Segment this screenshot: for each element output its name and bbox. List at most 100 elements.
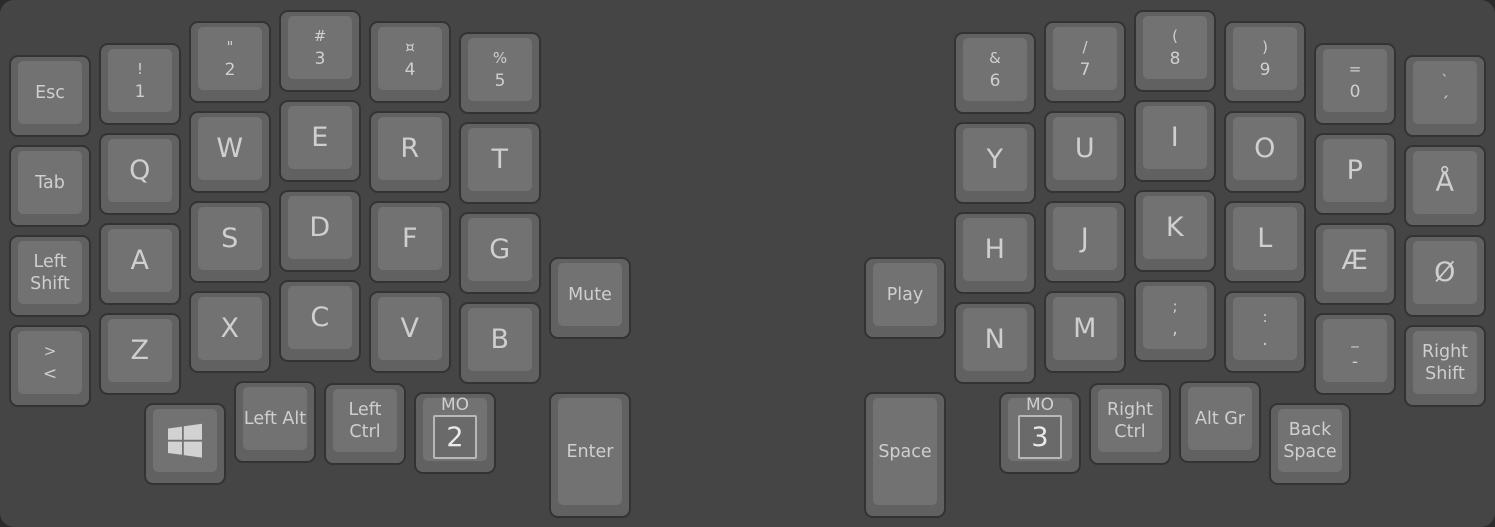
key-grave-acute[interactable]: ` ´ bbox=[1404, 55, 1486, 137]
key-shift-legend: > bbox=[43, 341, 57, 360]
keycap-legend: (8 bbox=[1143, 16, 1207, 79]
key-s[interactable]: S bbox=[189, 201, 271, 283]
key-l[interactable]: L bbox=[1224, 201, 1306, 283]
key-ae[interactable]: Æ bbox=[1314, 223, 1396, 305]
keycap-legend: Z bbox=[108, 319, 172, 382]
key-w[interactable]: W bbox=[189, 111, 271, 193]
key-base-legend: . bbox=[1262, 329, 1268, 350]
key-letter: I bbox=[1170, 122, 1180, 153]
key-angle-brackets[interactable]: > < bbox=[9, 325, 91, 407]
keycap-legend: #3 bbox=[288, 16, 352, 79]
key-k[interactable]: K bbox=[1134, 190, 1216, 272]
key-a-ring[interactable]: Å bbox=[1404, 145, 1486, 227]
key-right-shift[interactable]: Right Shift bbox=[1404, 325, 1486, 407]
key-base-legend: 0 bbox=[1349, 81, 1361, 102]
key-colon-period[interactable]: :. bbox=[1224, 291, 1306, 373]
key-underscore-minus[interactable]: _ - bbox=[1314, 313, 1396, 395]
keycap-legend: Enter bbox=[558, 398, 622, 505]
key-letter: C bbox=[310, 302, 330, 333]
key-z[interactable]: Z bbox=[99, 313, 181, 395]
keycap-legend: B bbox=[468, 308, 532, 371]
key-b[interactable]: B bbox=[459, 302, 541, 384]
key-0[interactable]: = 0 bbox=[1314, 43, 1396, 125]
keycap-legend: E bbox=[288, 106, 352, 169]
key-letter: T bbox=[491, 144, 509, 175]
key-a[interactable]: A bbox=[99, 223, 181, 305]
key-left-alt[interactable]: Left Alt bbox=[234, 381, 316, 463]
key-mo-2[interactable]: MO 2 bbox=[414, 392, 496, 474]
key-esc[interactable]: Esc bbox=[9, 55, 91, 137]
key-e[interactable]: E bbox=[279, 100, 361, 182]
keycap-legend: W bbox=[198, 117, 262, 180]
key-n[interactable]: N bbox=[954, 302, 1036, 384]
key-h[interactable]: H bbox=[954, 212, 1036, 294]
key-base-legend: 4 bbox=[404, 59, 416, 80]
keycap-legend: Å bbox=[1413, 151, 1477, 214]
keycap-legend: Space bbox=[873, 398, 937, 505]
key-letter: Æ bbox=[1341, 245, 1369, 276]
key-8[interactable]: (8 bbox=[1134, 10, 1216, 92]
key-space[interactable]: Space bbox=[864, 392, 946, 518]
key-o[interactable]: O bbox=[1224, 111, 1306, 193]
key-label: Alt Gr bbox=[1194, 408, 1245, 429]
layer-number: 3 bbox=[1018, 415, 1062, 459]
key-y[interactable]: Y bbox=[954, 122, 1036, 204]
keycap-legend: MO 3 bbox=[1008, 396, 1072, 461]
key-5[interactable]: % 5 bbox=[459, 32, 541, 114]
keycap-legend: T bbox=[468, 128, 532, 191]
key-6[interactable]: & 6 bbox=[954, 32, 1036, 114]
key-base-legend: ´ bbox=[1440, 93, 1450, 114]
key-left-ctrl[interactable]: Left Ctrl bbox=[324, 383, 406, 465]
key-v[interactable]: V bbox=[369, 291, 451, 373]
key-left-shift[interactable]: Left Shift bbox=[9, 235, 91, 317]
key-label: Play bbox=[886, 284, 924, 305]
key-u[interactable]: U bbox=[1044, 111, 1126, 193]
key-mute[interactable]: Mute bbox=[549, 257, 631, 339]
momentary-layer-label: MO bbox=[440, 395, 470, 415]
key-shift-legend: % bbox=[492, 48, 508, 67]
keycap-legend: C bbox=[288, 286, 352, 349]
key-r[interactable]: R bbox=[369, 111, 451, 193]
key-label: Right Shift bbox=[1421, 341, 1469, 384]
key-f[interactable]: F bbox=[369, 201, 451, 283]
key-j[interactable]: J bbox=[1044, 201, 1126, 283]
key-x[interactable]: X bbox=[189, 291, 271, 373]
key-p[interactable]: P bbox=[1314, 133, 1396, 215]
key-3[interactable]: #3 bbox=[279, 10, 361, 92]
keycap-legend: ) 9 bbox=[1233, 27, 1297, 90]
key-m[interactable]: M bbox=[1044, 291, 1126, 373]
key-1[interactable]: ! 1 bbox=[99, 43, 181, 125]
key-q[interactable]: Q bbox=[99, 133, 181, 215]
key-c[interactable]: C bbox=[279, 280, 361, 362]
key-letter: S bbox=[221, 223, 239, 254]
keycap-legend: L bbox=[1233, 207, 1297, 270]
keycap-legend: > < bbox=[18, 331, 82, 394]
keycap-legend: ` ´ bbox=[1413, 61, 1477, 124]
key-2[interactable]: " 2 bbox=[189, 21, 271, 103]
key-letter: V bbox=[400, 313, 420, 344]
key-letter: N bbox=[984, 324, 1006, 355]
key-alt-gr[interactable]: Alt Gr bbox=[1179, 381, 1261, 463]
key-i[interactable]: I bbox=[1134, 100, 1216, 182]
key-9[interactable]: ) 9 bbox=[1224, 21, 1306, 103]
key-enter[interactable]: Enter bbox=[549, 392, 631, 518]
key-mo-3[interactable]: MO 3 bbox=[999, 392, 1081, 474]
key-label: Back Space bbox=[1283, 419, 1337, 462]
key-tab[interactable]: Tab bbox=[9, 145, 91, 227]
key-semicolon-comma[interactable]: ;, bbox=[1134, 280, 1216, 362]
key-right-ctrl[interactable]: Right Ctrl bbox=[1089, 383, 1171, 465]
key-windows[interactable] bbox=[144, 403, 226, 485]
key-d[interactable]: D bbox=[279, 190, 361, 272]
key-play[interactable]: Play bbox=[864, 257, 946, 339]
key-7[interactable]: /7 bbox=[1044, 21, 1126, 103]
key-backspace[interactable]: Back Space bbox=[1269, 403, 1351, 485]
key-g[interactable]: G bbox=[459, 212, 541, 294]
key-o-slash[interactable]: Ø bbox=[1404, 235, 1486, 317]
key-t[interactable]: T bbox=[459, 122, 541, 204]
keycap-legend: X bbox=[198, 297, 262, 360]
keycap-legend: Back Space bbox=[1278, 409, 1342, 472]
keycap-legend: Alt Gr bbox=[1188, 387, 1252, 450]
key-shift-legend: ( bbox=[1172, 26, 1178, 45]
key-4[interactable]: ¤ 4 bbox=[369, 21, 451, 103]
key-shift-legend: ; bbox=[1172, 296, 1178, 315]
